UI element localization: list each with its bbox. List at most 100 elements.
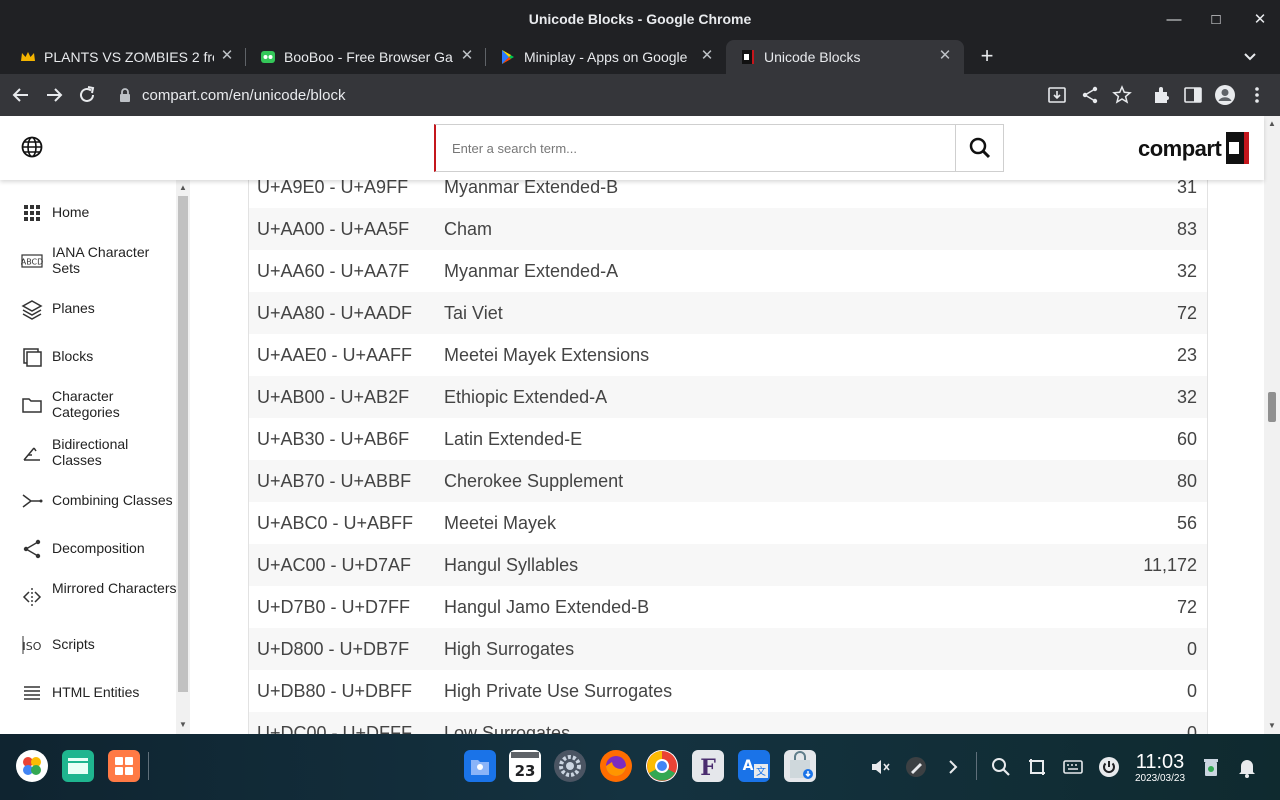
extensions-icon[interactable]	[1150, 84, 1172, 106]
table-row[interactable]: U+AB70 - U+ABBF Cherokee Supplement 80	[249, 460, 1207, 502]
table-row[interactable]: U+AB30 - U+AB6F Latin Extended-E 60	[249, 418, 1207, 460]
shopping-bag-icon[interactable]	[784, 750, 816, 782]
block-name[interactable]: Tai Viet	[444, 303, 503, 324]
bidi-icon	[23, 447, 40, 461]
block-name[interactable]: Cham	[444, 219, 492, 240]
keyboard-icon[interactable]	[1062, 756, 1084, 778]
system-clock[interactable]: 11:03 2023/03/23	[1132, 752, 1188, 786]
tab-booboo[interactable]: BooBoo - Free Browser Ga ✕	[246, 40, 486, 74]
table-row[interactable]: U+AB00 - U+AB2F Ethiopic Extended-A 32	[249, 376, 1207, 418]
files-app-icon[interactable]	[62, 750, 94, 782]
table-row[interactable]: U+ABC0 - U+ABFF Meetei Mayek 56	[249, 502, 1207, 544]
table-row[interactable]: U+AA80 - U+AADF Tai Viet 72	[249, 292, 1207, 334]
side-panel-icon[interactable]	[1182, 84, 1204, 106]
sidebar-item-character-categories[interactable]: Character Categories	[0, 388, 176, 422]
page-scroll-thumb[interactable]	[1268, 392, 1276, 422]
scroll-up-icon[interactable]: ▲	[1267, 119, 1277, 129]
table-row[interactable]: U+AAE0 - U+AAFF Meetei Mayek Extensions …	[249, 334, 1207, 376]
more-menu-icon[interactable]	[1246, 84, 1268, 106]
list-icon	[24, 686, 40, 700]
firefox-icon[interactable]	[600, 750, 632, 782]
sidebar-item-planes[interactable]: Planes	[0, 296, 176, 320]
close-tab-icon[interactable]: ✕	[218, 47, 236, 65]
stylus-icon[interactable]	[905, 756, 927, 778]
reload-icon[interactable]	[76, 84, 98, 106]
sidebar-item-scripts[interactable]: ISO Scripts	[0, 632, 176, 656]
sidebar-item-iana-character-sets[interactable]: ABCD IANA Character Sets	[0, 244, 176, 278]
close-window-icon[interactable]: ✕	[1248, 8, 1272, 32]
screen-capture-icon[interactable]	[1026, 756, 1048, 778]
settings-gear-icon[interactable]	[554, 750, 586, 782]
tab-plants-vs-zombies[interactable]: PLANTS VS ZOMBIES 2 free ✕	[6, 40, 246, 74]
sidebar-item-home[interactable]: Home	[0, 200, 176, 224]
sidebar-scroll-thumb[interactable]	[178, 196, 188, 692]
forward-icon[interactable]	[43, 84, 65, 106]
table-row[interactable]: U+AC00 - U+D7AF Hangul Syllables 11,172	[249, 544, 1207, 586]
page-scrollbar[interactable]: ▲ ▼	[1264, 116, 1280, 734]
mute-icon[interactable]	[869, 756, 891, 778]
block-name[interactable]: Cherokee Supplement	[444, 471, 623, 492]
scroll-down-icon[interactable]: ▼	[178, 720, 188, 730]
sidebar-item-combining-classes[interactable]: Combining Classes	[0, 488, 176, 512]
table-row[interactable]: U+D800 - U+DB7F High Surrogates 0	[249, 628, 1207, 670]
apps-grid-icon[interactable]	[108, 750, 140, 782]
block-name[interactable]: Myanmar Extended-A	[444, 261, 618, 282]
block-name[interactable]: Hangul Syllables	[444, 555, 578, 576]
close-tab-icon[interactable]: ✕	[458, 47, 476, 65]
taskbar-divider	[148, 752, 149, 780]
search-button[interactable]	[955, 125, 1003, 171]
table-row[interactable]: U+D7B0 - U+D7FF Hangul Jamo Extended-B 7…	[249, 586, 1207, 628]
address-bar[interactable]: compart.com/en/unicode/block	[108, 79, 1143, 111]
scroll-up-icon[interactable]: ▲	[178, 183, 188, 193]
block-name[interactable]: Meetei Mayek Extensions	[444, 345, 649, 366]
compart-logo[interactable]: compart	[1138, 130, 1250, 166]
sidebar-item-mirrored-characters[interactable]: Mirrored Characters	[0, 580, 176, 614]
chrome-icon[interactable]	[646, 750, 678, 782]
star-icon[interactable]	[1111, 84, 1133, 106]
tab-unicode-blocks[interactable]: Unicode Blocks ✕	[726, 40, 964, 74]
table-row[interactable]: U+DB80 - U+DBFF High Private Use Surroga…	[249, 670, 1207, 712]
trash-icon[interactable]	[1200, 756, 1222, 778]
globe-icon[interactable]	[21, 136, 43, 158]
block-name[interactable]: Hangul Jamo Extended-B	[444, 597, 649, 618]
table-row[interactable]: U+AA00 - U+AA5F Cham 83	[249, 208, 1207, 250]
block-name[interactable]: Meetei Mayek	[444, 513, 556, 534]
launcher-icon[interactable]	[16, 750, 48, 782]
block-name[interactable]: Ethiopic Extended-A	[444, 387, 607, 408]
maximize-icon[interactable]: □	[1204, 8, 1228, 32]
sidebar-scrollbar[interactable]: ▲ ▼	[176, 180, 190, 734]
scroll-down-icon[interactable]: ▼	[1267, 721, 1277, 731]
block-name[interactable]: Latin Extended-E	[444, 429, 582, 450]
back-icon[interactable]	[10, 84, 32, 106]
calendar-icon[interactable]: 23	[509, 750, 541, 782]
block-name[interactable]: High Private Use Surrogates	[444, 681, 672, 702]
notification-bell-icon[interactable]	[1236, 756, 1258, 778]
profile-avatar-icon[interactable]	[1214, 84, 1236, 106]
block-name[interactable]: Myanmar Extended-B	[444, 177, 618, 198]
new-tab-icon[interactable]: +	[976, 44, 998, 70]
table-row[interactable]: U+DC00 - U+DFFF Low Surrogates 0	[249, 712, 1207, 734]
tab-miniplay[interactable]: Miniplay - Apps on Google ✕	[486, 40, 726, 74]
translate-icon[interactable]: A文	[738, 750, 770, 782]
file-manager-icon[interactable]	[464, 750, 496, 782]
sidebar-item-bidirectional-classes[interactable]: Bidirectional Classes	[0, 436, 176, 470]
sidebar-item-html-entities[interactable]: HTML Entities	[0, 680, 176, 704]
sidebar-item-decomposition[interactable]: Decomposition	[0, 536, 176, 560]
power-icon[interactable]	[1098, 756, 1120, 778]
share-icon[interactable]	[1079, 84, 1101, 106]
font-app-icon[interactable]: F	[692, 750, 724, 782]
sidebar-item-label: Bidirectional Classes	[52, 436, 129, 468]
lock-icon[interactable]	[118, 87, 132, 103]
close-tab-icon[interactable]: ✕	[936, 47, 954, 65]
block-name[interactable]: High Surrogates	[444, 639, 574, 660]
block-name[interactable]: Low Surrogates	[444, 723, 570, 734]
chevron-down-icon[interactable]	[1240, 47, 1260, 67]
minimize-icon[interactable]: —	[1162, 8, 1186, 32]
close-tab-icon[interactable]: ✕	[698, 47, 716, 65]
table-row[interactable]: U+AA60 - U+AA7F Myanmar Extended-A 32	[249, 250, 1207, 292]
search-input[interactable]	[436, 125, 956, 171]
install-icon[interactable]	[1046, 84, 1068, 106]
chevron-right-icon[interactable]	[942, 756, 964, 778]
magnifier-icon[interactable]	[990, 756, 1012, 778]
sidebar-item-blocks[interactable]: Blocks	[0, 344, 176, 368]
